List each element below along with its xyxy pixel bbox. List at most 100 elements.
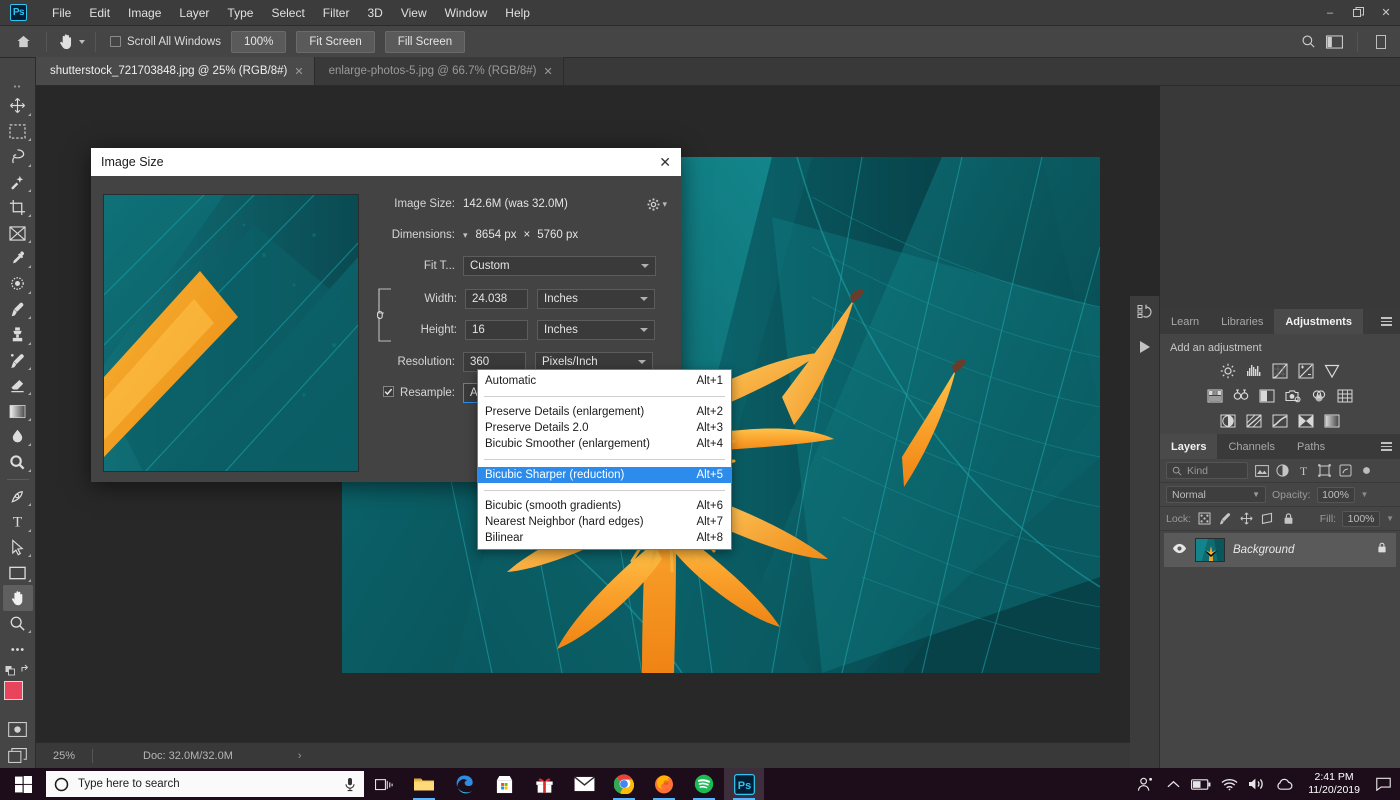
tab-close-icon[interactable]: ✕: [543, 65, 552, 78]
workspace-icon[interactable]: [1321, 30, 1347, 54]
eraser-tool[interactable]: [3, 373, 33, 398]
quick-selection-tool[interactable]: [3, 170, 33, 195]
lock-image-pixels-icon[interactable]: [1218, 511, 1233, 526]
zoom-tool[interactable]: [3, 611, 33, 636]
type-tool[interactable]: T: [3, 509, 33, 534]
gift-icon[interactable]: [524, 768, 564, 800]
height-input[interactable]: 16: [465, 319, 528, 340]
fill-chevron-icon[interactable]: ▼: [1386, 514, 1394, 523]
edge-icon[interactable]: [444, 768, 484, 800]
eyedropper-tool[interactable]: [3, 246, 33, 271]
color-balance-icon[interactable]: [1233, 387, 1250, 404]
color-swatches[interactable]: [3, 680, 33, 711]
show-hidden-icons-icon[interactable]: [1160, 768, 1186, 800]
dropdown-item-bicubic-smoother-enlargement[interactable]: Bicubic Smoother (enlargement) Alt+4: [478, 436, 731, 452]
menu-item-image[interactable]: Image: [119, 2, 170, 24]
spotify-icon[interactable]: [684, 768, 724, 800]
hamburger-icon[interactable]: [1381, 315, 1392, 328]
file-explorer-icon[interactable]: [404, 768, 444, 800]
frame-tool[interactable]: [3, 220, 33, 245]
menu-item-file[interactable]: File: [43, 2, 80, 24]
zoom-level[interactable]: 25%: [36, 750, 92, 762]
lock-transparent-pixels-icon[interactable]: [1197, 511, 1212, 526]
chevron-down-icon[interactable]: [640, 327, 648, 332]
history-panel-icon[interactable]: [1130, 296, 1160, 330]
wifi-icon[interactable]: [1216, 768, 1242, 800]
tab-close-icon[interactable]: ✕: [294, 65, 303, 78]
fill-value[interactable]: 100%: [1342, 510, 1381, 527]
resample-checkbox[interactable]: [383, 384, 395, 402]
quick-mask-icon[interactable]: [3, 717, 33, 742]
gear-icon[interactable]: ▾: [647, 198, 667, 211]
menu-item-edit[interactable]: Edit: [80, 2, 119, 24]
dropdown-item-bicubic-sharper-reduction[interactable]: Bicubic Sharper (reduction) Alt+5: [478, 467, 731, 483]
windows-start-icon[interactable]: [0, 768, 46, 800]
home-icon[interactable]: [10, 30, 36, 54]
panel-tab-layers[interactable]: Layers: [1160, 434, 1218, 459]
menu-item-help[interactable]: Help: [496, 2, 539, 24]
toolbar-grip[interactable]: [3, 80, 33, 93]
close-button[interactable]: ✕: [1372, 0, 1400, 26]
dropdown-item-bilinear[interactable]: Bilinear Alt+8: [478, 530, 731, 546]
pen-tool[interactable]: [3, 484, 33, 509]
panel-tab-paths[interactable]: Paths: [1285, 434, 1337, 459]
photo-filter-icon[interactable]: [1285, 387, 1302, 404]
dropdown-item-preserve-details-2-0[interactable]: Preserve Details 2.0 Alt+3: [478, 420, 731, 436]
gradient-tool[interactable]: [3, 398, 33, 423]
rectangle-tool[interactable]: [3, 560, 33, 585]
chain-link-icon[interactable]: [377, 287, 399, 342]
battery-icon[interactable]: [1188, 768, 1214, 800]
blur-tool[interactable]: [3, 424, 33, 449]
dialog-close-icon[interactable]: ✕: [659, 154, 671, 171]
chrome-icon[interactable]: [604, 768, 644, 800]
screen-mode-icon[interactable]: [3, 742, 33, 767]
posterize-icon[interactable]: [1246, 412, 1263, 429]
foreground-color-swatch[interactable]: [3, 680, 23, 700]
checkbox-box[interactable]: [110, 36, 121, 47]
panel-tab-libraries[interactable]: Libraries: [1210, 309, 1275, 334]
layer-item-background[interactable]: Background: [1164, 533, 1396, 567]
pixel-filter-icon[interactable]: [1254, 463, 1269, 478]
smart-object-filter-icon[interactable]: [1338, 463, 1353, 478]
fill-screen-button[interactable]: Fill Screen: [384, 30, 466, 53]
lock-artboard-icon[interactable]: [1260, 511, 1275, 526]
task-view-icon[interactable]: [364, 768, 404, 800]
onedrive-icon[interactable]: [1272, 768, 1298, 800]
black-white-icon[interactable]: [1259, 387, 1276, 404]
hamburger-icon[interactable]: [1381, 440, 1392, 453]
curves-icon[interactable]: [1272, 362, 1289, 379]
adjustment-filter-icon[interactable]: [1275, 463, 1290, 478]
gradient-map-icon[interactable]: [1298, 412, 1315, 429]
actions-panel-icon[interactable]: [1130, 330, 1160, 364]
width-unit-select[interactable]: Inches: [537, 288, 655, 309]
eye-icon[interactable]: [1172, 541, 1187, 559]
panel-menu-icon[interactable]: [1373, 309, 1400, 334]
crop-tool[interactable]: [3, 195, 33, 220]
zoom-100-button[interactable]: 100%: [230, 30, 287, 53]
dropdown-item-nearest-neighbor-hard-edges[interactable]: Nearest Neighbor (hard edges) Alt+7: [478, 514, 731, 530]
lock-position-icon[interactable]: [1239, 511, 1254, 526]
taskbar-clock[interactable]: 2:41 PM 11/20/2019: [1300, 771, 1368, 797]
brightness-contrast-icon[interactable]: [1220, 362, 1237, 379]
layers-panel-menu-icon[interactable]: [1373, 434, 1400, 459]
document-tab-1[interactable]: enlarge-photos-5.jpg @ 66.7% (RGB/8#) ✕: [314, 57, 564, 85]
resample-dropdown-menu[interactable]: Automatic Alt+1 Preserve Details (enlargem…: [477, 369, 732, 550]
scroll-all-windows-checkbox[interactable]: Scroll All Windows: [110, 36, 221, 48]
panel-edge-icon[interactable]: [1368, 30, 1394, 54]
rectangular-marquee-tool[interactable]: [3, 119, 33, 144]
move-tool[interactable]: [3, 93, 33, 118]
history-brush-tool[interactable]: [3, 348, 33, 373]
brush-tool[interactable]: [3, 297, 33, 322]
menu-item-filter[interactable]: Filter: [314, 2, 359, 24]
edit-toolbar-icon[interactable]: [3, 636, 33, 661]
people-icon[interactable]: [1132, 768, 1158, 800]
type-filter-icon[interactable]: T: [1296, 463, 1311, 478]
photoshop-icon[interactable]: Ps: [724, 768, 764, 800]
menu-item-window[interactable]: Window: [436, 2, 497, 24]
default-colors-and-swap[interactable]: [3, 662, 33, 677]
document-tab-0[interactable]: shutterstock_721703848.jpg @ 25% (RGB/8#…: [36, 57, 315, 85]
taskbar-search-box[interactable]: Type here to search: [46, 771, 364, 797]
minimize-button[interactable]: –: [1316, 0, 1344, 26]
channel-mixer-icon[interactable]: [1311, 387, 1328, 404]
vibrance-icon[interactable]: [1324, 362, 1341, 379]
